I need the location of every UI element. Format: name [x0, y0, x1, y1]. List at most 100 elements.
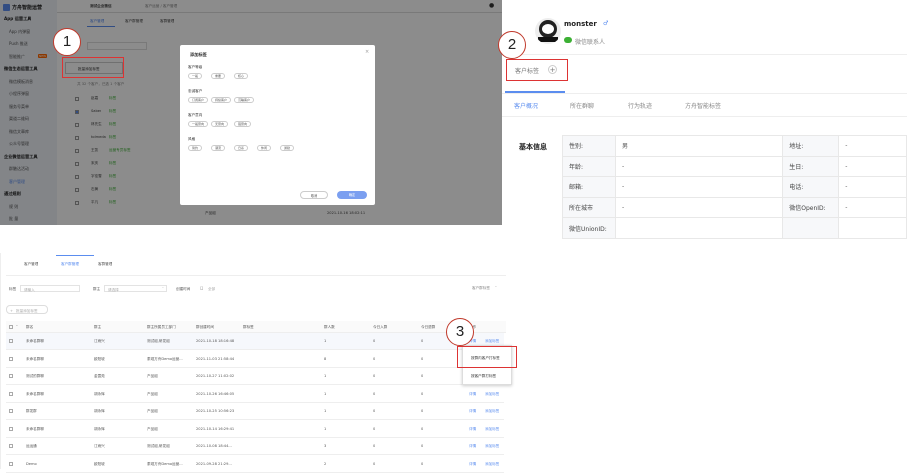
wechat-icon — [564, 37, 572, 43]
detail-link[interactable]: 详情 — [469, 462, 476, 467]
add-tag-link[interactable]: 添加标签 — [485, 462, 499, 467]
column-header: 今日入群 — [373, 325, 388, 329]
tab-2[interactable]: 客群管理 — [98, 262, 112, 267]
profile-tab-0[interactable]: 客户概况 — [514, 101, 538, 110]
cell-today_out: 0 — [421, 391, 424, 396]
tag-option[interactable]: 强意向 — [234, 121, 252, 127]
cancel-button[interactable]: 取消 — [300, 191, 328, 199]
cell-dept: 产品组 — [147, 391, 158, 396]
tab-active-indicator — [505, 91, 565, 93]
tag-option[interactable]: 通勤 — [280, 145, 295, 151]
close-icon[interactable]: × — [365, 49, 369, 55]
tab-0[interactable]: 客户管理 — [24, 262, 38, 267]
cell-today_in: 0 — [373, 339, 376, 343]
row-checkbox[interactable] — [9, 461, 13, 466]
group-tag-dropdown[interactable]: 客户群标签 — [472, 286, 490, 291]
batch-add-tag-button[interactable]: + 批量添加标签 — [6, 305, 48, 314]
cell-owner: 江雨兴 — [94, 444, 105, 448]
cell-today_in: 0 — [373, 391, 376, 396]
cell-owner: 江雨兴 — [94, 339, 105, 343]
tab-1[interactable]: 客户群管理 — [61, 262, 79, 267]
row-checkbox[interactable] — [9, 339, 13, 343]
cell-today_in: 0 — [373, 444, 376, 448]
cell-owner: 欧阳坡 — [94, 356, 105, 361]
table-row: 未命名群聊 江雨兴 测试组,研发组 2021-10-18 18:16:48 1 0 0 详情添… — [6, 333, 504, 350]
divider — [502, 93, 907, 94]
cell-time: 2021-09-28 21:29... — [196, 461, 232, 466]
highlight-box-1 — [62, 57, 124, 78]
divider — [502, 116, 907, 117]
tag-option[interactable]: 休闲 — [257, 145, 272, 151]
tag-option[interactable]: 日系 — [234, 145, 249, 151]
tag-option[interactable]: 核心 — [234, 73, 249, 79]
cell-today_out: 0 — [421, 356, 424, 361]
cell-owner: 胡永辉 — [94, 391, 105, 396]
detail-link[interactable]: 详情 — [469, 409, 476, 414]
column-header: 群主所属员工部门 — [147, 325, 176, 329]
profile-tab-1[interactable]: 所在群聊 — [570, 101, 594, 110]
cell-today_in: 0 — [373, 426, 376, 431]
cell-count: 1 — [324, 426, 327, 431]
step-marker-2: 2 — [498, 31, 526, 59]
tag-option[interactable]: 沉睡客户 — [234, 97, 255, 103]
info-row: 所在城市 - 微信OpenID: - — [562, 196, 907, 219]
cell-today_out: 0 — [421, 409, 424, 413]
cell-owner: 胡永辉 — [94, 426, 105, 431]
cell-dept: 测试组,研发组 — [147, 339, 170, 343]
field-value — [614, 217, 784, 239]
add-tag-link[interactable]: 添加标签 — [485, 444, 499, 449]
cell-today_in: 0 — [373, 374, 376, 378]
tag-option[interactable]: 一般 — [188, 73, 203, 79]
tag-option[interactable]: 重要 — [211, 73, 226, 79]
table-row: 群发群 胡永辉 产品组 2021-10-25 10:56:23 1 0 0 详情 添加标签 — [6, 403, 504, 420]
field-value — [838, 217, 907, 239]
add-tag-link[interactable]: 添加标签 — [485, 409, 499, 414]
field-label: 微信OpenID: — [782, 196, 840, 219]
add-tag-link[interactable]: 添加标签 — [485, 392, 499, 397]
cell-time: 2021-10-18 18:16:48 — [196, 339, 235, 343]
row-checkbox[interactable] — [9, 426, 13, 431]
profile-tab-2[interactable]: 行为轨迹 — [628, 101, 652, 110]
cell-owner: 欧阳坡 — [94, 461, 105, 466]
row-checkbox[interactable] — [9, 444, 13, 448]
row-checkbox[interactable] — [9, 409, 13, 413]
cell-time: 2021-10-26 16:46:05 — [196, 391, 235, 396]
cell-time: 2021-11-03 21:58:44 — [196, 356, 235, 361]
divider — [502, 54, 907, 55]
detail-link[interactable]: 详情 — [469, 392, 476, 397]
field-value: - — [614, 196, 784, 219]
add-tag-modal: 添加标签 × 客户等级 一般 重要 核心 忠诚客户 订阅客户 持续客户 沉睡客户 客户意向 一般意… — [180, 45, 375, 205]
tag-option[interactable]: 无意向 — [211, 121, 229, 127]
step-marker-3: 3 — [446, 318, 474, 346]
section-basic-info: 基本信息 — [519, 143, 547, 151]
row-checkbox[interactable] — [9, 356, 13, 361]
tab-active-indicator — [56, 255, 94, 256]
detail-link[interactable]: 详情 — [469, 427, 476, 432]
cell-count: 1 — [324, 409, 327, 413]
cell-dept: 泰观方舟Demo运营... — [147, 461, 183, 466]
tag-filter-input[interactable]: 请输入 — [20, 285, 80, 292]
owner-select[interactable]: 请选择 ˅ — [104, 285, 167, 292]
detail-link[interactable]: 详情 — [469, 444, 476, 449]
tag-option[interactable]: 订阅客户 — [188, 97, 209, 103]
select-all-checkbox[interactable] — [9, 325, 13, 329]
tag-option[interactable]: 简约 — [188, 145, 203, 151]
row-checkbox[interactable] — [9, 374, 13, 378]
tag-group-title: 忠诚客户 — [188, 89, 203, 93]
add-tag-link[interactable]: 添加标签 — [485, 339, 499, 344]
cell-time: 2021-10-14 16:29:41 — [196, 426, 235, 431]
add-tag-link[interactable]: 添加标签 — [485, 427, 499, 432]
field-value: - — [614, 176, 784, 198]
date-range-input[interactable]: 全部 — [208, 287, 215, 292]
tag-option[interactable]: 一般意向 — [188, 121, 209, 127]
menu-item-tag-by-group[interactable]: 按客户群打标签 — [471, 374, 496, 379]
tag-option[interactable]: 潮流 — [211, 145, 226, 151]
tag-option[interactable]: 持续客户 — [211, 97, 232, 103]
info-row: 性别: 男地址: - — [562, 135, 907, 157]
cell-time: 2021-10-27 11:02:02 — [196, 374, 235, 378]
field-label: 生日: — [782, 155, 840, 178]
row-checkbox[interactable] — [9, 391, 13, 396]
profile-tab-3[interactable]: 方舟智能标签 — [685, 101, 721, 110]
confirm-button[interactable]: 确定 — [337, 191, 367, 199]
table-row: 运运通 江雨兴 测试组,研发组 2021-10-08 18:44... 3 0 0 详情 添加标… — [6, 438, 504, 455]
